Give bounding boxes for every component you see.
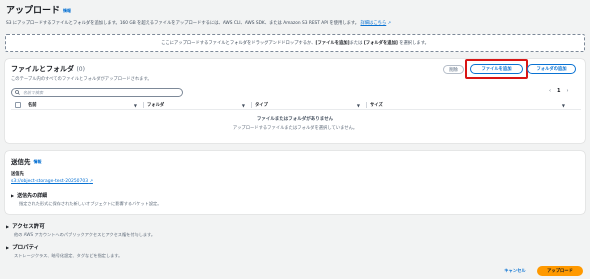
files-panel-title: ファイルとフォルダ (0) [11, 65, 85, 73]
column-folder[interactable]: フォルダ ▼ [143, 102, 251, 108]
info-link[interactable]: 情報 [63, 8, 71, 13]
files-panel-subtitle: このテーブル内のすべてのファイルとフォルダがアップロードされます。 [11, 77, 152, 82]
empty-state-title: ファイルまたはフォルダがありません [256, 117, 334, 122]
external-link-icon: ↗ [89, 178, 93, 183]
drop-zone[interactable]: ここにアップロードするファイルとフォルダをドラッグアンドドロップするか、 [ファイ… [5, 34, 585, 52]
caret-right-icon: ▶ [6, 224, 10, 229]
pagination: ‹ 1 › [549, 88, 568, 94]
properties-expander[interactable]: ▶ プロパティ ストレージクラス、暗号化設定、タグなどを指定します。 [6, 243, 122, 259]
learn-more-link[interactable]: 詳細はこちら [360, 21, 386, 26]
destination-info-link[interactable]: 情報 [34, 159, 42, 164]
add-folder-button[interactable]: フォルダの追加 [527, 64, 576, 74]
select-all-checkbox[interactable] [15, 102, 21, 108]
column-size[interactable]: サイズ ▼ [366, 102, 571, 108]
sort-icon: ▼ [561, 102, 565, 108]
page-description: S3 にアップロードするファイルとフォルダを追加します。160 GB を超えるフ… [6, 20, 391, 26]
delete-button[interactable]: 削除 [443, 65, 464, 74]
empty-state-message: アップロードするファイルまたはフォルダを選択していません。 [232, 126, 358, 131]
sort-icon: ▼ [241, 102, 245, 108]
destination-title: 送信先 情報 [11, 158, 42, 166]
external-link-icon: ↗ [387, 20, 391, 25]
destination-details-expander[interactable]: ▶ 送信先の詳細 指定された形式に保存された新しいオブジェクトに影響するバケット設… [11, 192, 161, 207]
destination-link[interactable]: s3://object-storage-test-20250703 ↗ [11, 178, 93, 184]
next-page-icon[interactable]: › [566, 88, 568, 94]
sort-icon: ▼ [356, 102, 360, 108]
page-number[interactable]: 1 [557, 88, 560, 94]
destination-label: 送信先 [11, 172, 24, 177]
add-files-button[interactable]: ファイルを追加 [470, 64, 523, 74]
column-name[interactable]: 名前 ▼ [28, 102, 143, 109]
caret-right-icon: ▶ [11, 193, 15, 198]
search-input[interactable]: 名前で検索 [11, 88, 183, 97]
sort-icon: ▼ [133, 102, 137, 108]
permissions-expander[interactable]: ▶ アクセス許可 他の AWS アカウントへのパブリックアクセスとアクセス権を付与… [6, 222, 155, 238]
caret-right-icon: ▶ [6, 245, 10, 250]
column-type[interactable]: タイプ ▼ [251, 102, 366, 108]
table-header: 名前 ▼ フォルダ ▼ タイプ ▼ サイズ ▼ [11, 101, 581, 110]
search-icon [15, 90, 20, 95]
previous-page-icon[interactable]: ‹ [549, 88, 551, 94]
page-title: アップロード 情報 [6, 6, 72, 16]
upload-button[interactable]: アップロード [537, 266, 583, 276]
cancel-button[interactable]: キャンセル [497, 266, 533, 276]
